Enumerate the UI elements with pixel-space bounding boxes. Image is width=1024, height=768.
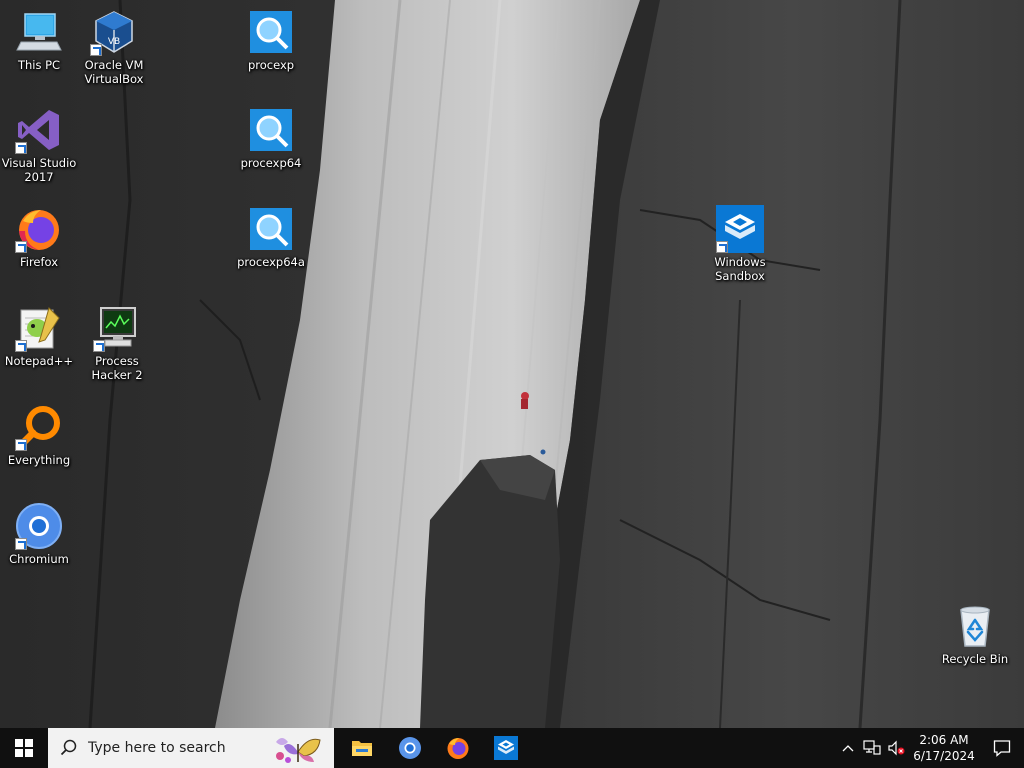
network-icon <box>863 740 881 755</box>
visual-studio-icon <box>15 106 63 154</box>
shortcut-arrow-icon <box>15 340 27 352</box>
shortcut-arrow-icon <box>15 142 27 154</box>
shortcut-arrow-icon <box>15 538 27 550</box>
desktop-icon-label: Process Hacker 2 <box>91 354 143 382</box>
taskbar-firefox[interactable] <box>434 728 482 768</box>
desktop-icon-procexp64[interactable]: procexp64 <box>233 106 309 170</box>
desktop-icon-label: Recycle Bin <box>941 652 1009 666</box>
search-icon <box>60 739 77 756</box>
chromium-icon <box>15 502 63 550</box>
windows-sandbox-icon <box>716 205 764 253</box>
desktop-icon-notepadpp[interactable]: Notepad++ <box>1 304 77 368</box>
taskbar-file-explorer[interactable] <box>338 728 386 768</box>
firefox-icon <box>447 738 469 759</box>
windows-logo-icon <box>15 739 33 757</box>
butterfly-search-highlight-icon <box>276 738 321 763</box>
chevron-up-icon <box>842 745 854 752</box>
volume-button[interactable] <box>884 728 908 768</box>
desktop-icon-recycle-bin[interactable]: Recycle Bin <box>937 602 1013 666</box>
desktop-icon-label: procexp <box>247 58 295 72</box>
shortcut-arrow-icon <box>15 241 27 253</box>
desktop-icon-firefox[interactable]: Firefox <box>1 205 77 269</box>
taskbar-chromium[interactable] <box>386 728 434 768</box>
shortcut-arrow-icon <box>15 439 27 451</box>
desktop-icon-everything[interactable]: Everything <box>1 403 77 467</box>
desktop-icon-procexp[interactable]: procexp <box>233 8 309 72</box>
process-hacker-icon <box>93 304 141 352</box>
taskbar: 2:06 AM 6/17/2024 <box>0 728 1024 768</box>
desktop-icon-label: Visual Studio 2017 <box>1 156 77 184</box>
desktop-icon-label: Chromium <box>9 552 69 566</box>
start-button[interactable] <box>0 728 48 768</box>
taskbar-windows-sandbox[interactable] <box>482 728 530 768</box>
desktop-icon-procexp64a[interactable]: procexp64a <box>233 205 309 269</box>
taskbar-clock[interactable]: 2:06 AM 6/17/2024 <box>908 732 980 764</box>
procexp64-icon <box>247 106 295 154</box>
clock-time: 2:06 AM <box>919 733 969 747</box>
show-hidden-icons-button[interactable] <box>836 728 860 768</box>
volume-muted-icon <box>888 740 905 756</box>
network-button[interactable] <box>860 728 884 768</box>
desktop-icon-label: This PC <box>17 58 61 72</box>
desktop-icon-this-pc[interactable]: This PC <box>1 8 77 72</box>
shortcut-arrow-icon <box>716 241 728 253</box>
virtualbox-icon: VB <box>90 8 138 56</box>
everything-icon <box>15 403 63 451</box>
svg-text:VB: VB <box>108 37 120 47</box>
folder-icon <box>352 741 372 756</box>
desktop-icon-label: procexp64a <box>237 255 305 269</box>
windows-sandbox-icon <box>494 736 518 760</box>
search-input[interactable] <box>88 740 258 756</box>
desktop-icon-label: procexp64 <box>240 156 302 170</box>
shortcut-arrow-icon <box>93 340 105 352</box>
clock-date: 6/17/2024 <box>913 749 975 763</box>
desktop-icon-label: Firefox <box>19 255 59 269</box>
notification-icon <box>993 740 1011 757</box>
desktop-icon-visual-studio[interactable]: Visual Studio 2017 <box>1 106 77 184</box>
action-center-button[interactable] <box>980 728 1024 768</box>
search-box[interactable] <box>48 728 334 768</box>
desktop-icon-label: Windows Sandbox <box>714 255 766 283</box>
procexp64a-icon <box>247 205 295 253</box>
desktop-icon-process-hacker[interactable]: Process Hacker 2 <box>79 304 155 382</box>
desktop-icon-virtualbox[interactable]: VB Oracle VM VirtualBox <box>76 8 152 86</box>
procexp-icon <box>247 8 295 56</box>
recycle-bin-icon <box>951 602 999 650</box>
shortcut-arrow-icon <box>90 44 102 56</box>
desktop-icon-windows-sandbox[interactable]: Windows Sandbox <box>702 205 778 283</box>
desktop-icon-label: Notepad++ <box>4 354 74 368</box>
system-tray: 2:06 AM 6/17/2024 <box>836 728 1024 768</box>
notepadpp-icon <box>15 304 63 352</box>
computer-icon <box>15 8 63 56</box>
desktop-icon-label: Oracle VM VirtualBox <box>84 58 144 86</box>
firefox-icon <box>15 205 63 253</box>
desktop-icon-chromium[interactable]: Chromium <box>1 502 77 566</box>
chromium-icon <box>399 737 421 759</box>
desktop-icon-label: Everything <box>7 453 71 467</box>
